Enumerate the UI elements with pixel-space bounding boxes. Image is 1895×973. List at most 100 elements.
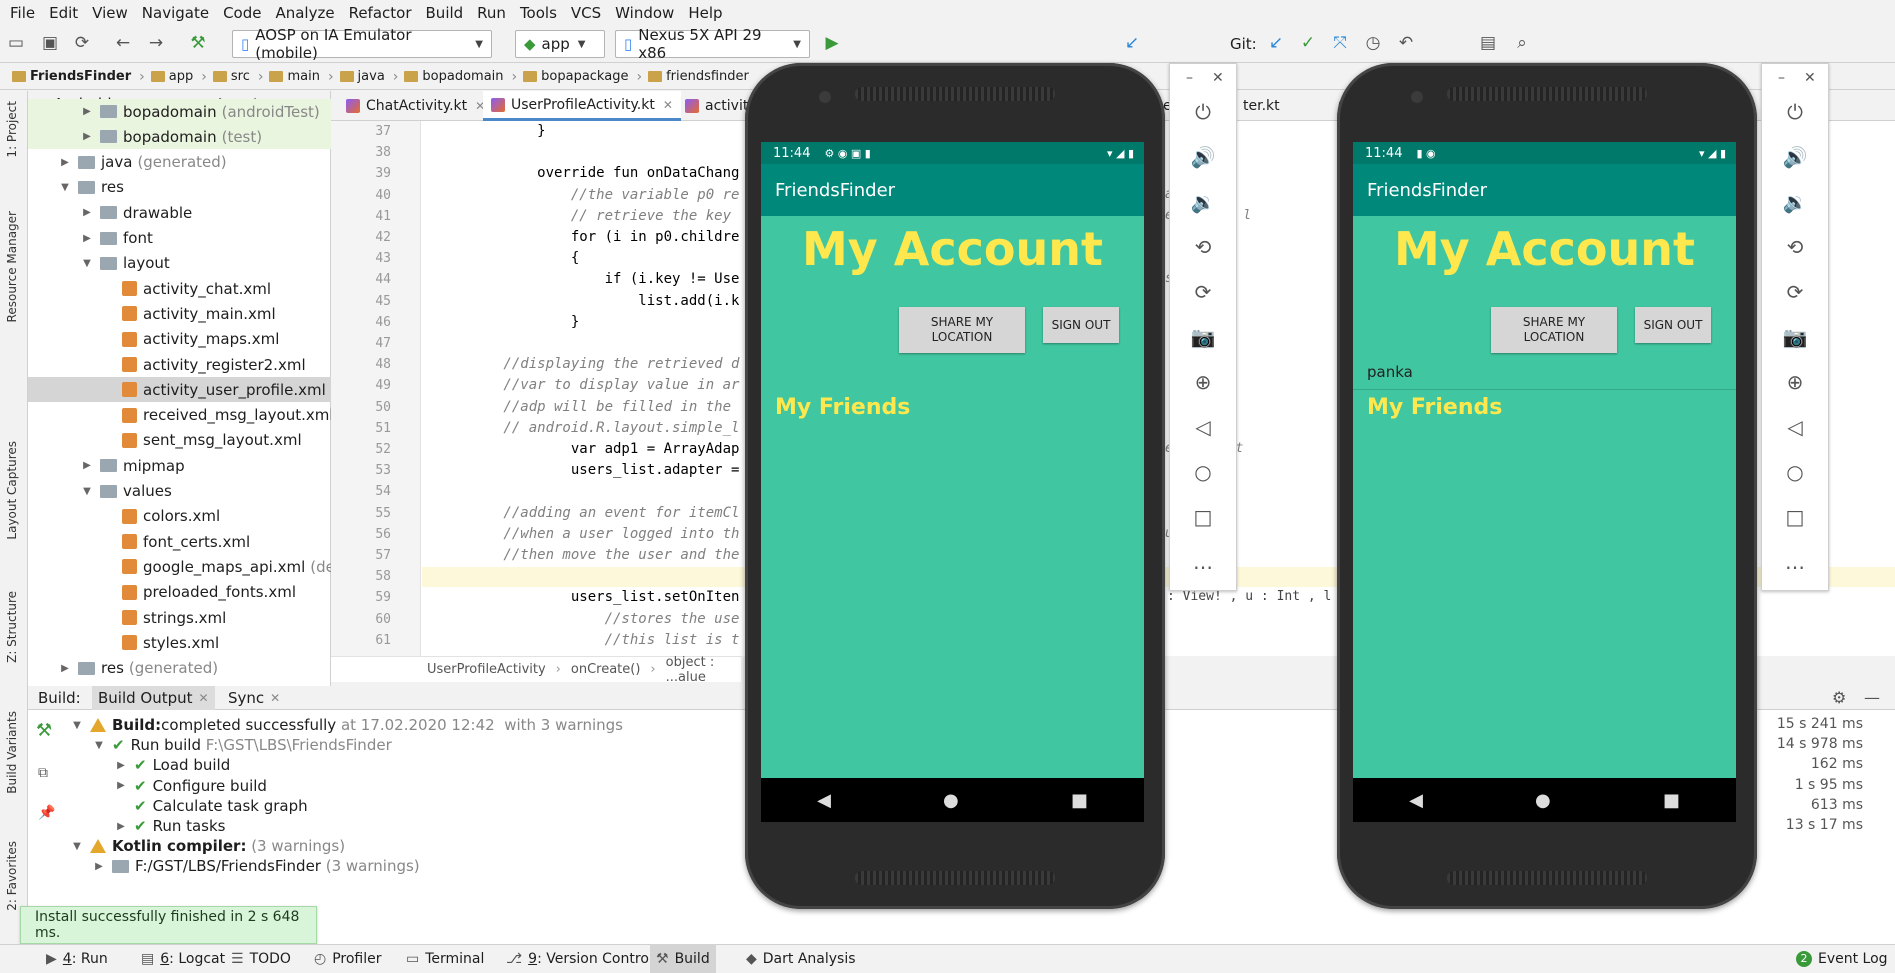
device-config-combo[interactable]: ▯ AOSP on IA Emulator (mobile) ▼ (232, 26, 492, 62)
layout-captures-tab[interactable]: Layout Captures (5, 441, 19, 540)
tree-item[interactable]: received_msg_layout.xml (102, 403, 334, 428)
power-icon[interactable]: ⏻ (1762, 100, 1828, 124)
code-line[interactable]: //var to display value in ar (436, 377, 739, 393)
tree-item[interactable]: styles.xml (102, 630, 219, 655)
code-line[interactable]: //the variable p0 re (436, 187, 740, 203)
tree-item[interactable]: google_maps_api.xml(debu (102, 554, 354, 579)
tree-item[interactable]: ▶ mipmap (80, 453, 185, 478)
tree-item[interactable]: activity_register2.xml (102, 352, 306, 377)
menu-build[interactable]: Build (420, 4, 470, 22)
open-folder-icon[interactable]: ▭ (6, 33, 26, 53)
build-tree-row[interactable]: ✔ Calculate task graph (114, 796, 308, 816)
close-window-icon[interactable]: ✕ (1212, 70, 1224, 86)
sign-out-button[interactable]: SIGN OUT (1043, 307, 1119, 343)
bottom-tool-1[interactable]: ▤ 6: Logcat (135, 944, 231, 973)
home-nav-icon[interactable]: ● (943, 790, 959, 811)
menu-code[interactable]: Code (217, 4, 267, 22)
chevron-down-icon[interactable]: ▼ (58, 182, 72, 193)
tree-item[interactable]: activity_user_profile.xml (28, 377, 331, 403)
volume-down-icon[interactable]: 🔉 (1762, 190, 1828, 214)
more-icon[interactable]: … (1762, 550, 1828, 574)
close-icon[interactable]: ✕ (199, 691, 209, 705)
tab-right-1[interactable]: ter.kt (1235, 91, 1288, 121)
chevron-right-icon[interactable]: ▶ (58, 663, 72, 674)
build-tree-row[interactable]: ▶ ✔ Load build (114, 755, 230, 775)
install-toast[interactable]: Install successfully finished in 2 s 648… (20, 906, 317, 944)
menu-refactor[interactable]: Refactor (343, 4, 418, 22)
friend-list-item[interactable]: panka (1367, 363, 1413, 381)
favorites-tab[interactable]: 2: Favorites (5, 841, 19, 911)
tree-item[interactable]: ▼ values (80, 479, 172, 504)
hammer-icon[interactable]: ⚒ (36, 720, 52, 741)
close-icon[interactable]: ✕ (270, 691, 280, 705)
tree-item[interactable]: activity_main.xml (102, 301, 276, 326)
menu-tools[interactable]: Tools (514, 4, 563, 22)
phone-1-screen[interactable]: 11:44 ⚙ ◉ ▣ ▮ ▾ ◢ ▮ FriendsFinder My Acc… (761, 142, 1144, 822)
structure-tab[interactable]: Z: Structure (5, 591, 19, 663)
back-arrow-icon[interactable]: ← (113, 33, 133, 53)
bottom-tool-0[interactable]: ▶ 4: Run (40, 944, 114, 973)
menu-vcs[interactable]: VCS (565, 4, 607, 22)
code-line[interactable]: var adp1 = ArrayAdap (436, 441, 740, 457)
build-tree-row[interactable]: ▶ ✔ Configure build (114, 776, 267, 796)
bottom-tool-4[interactable]: ▭ Terminal (400, 944, 490, 973)
bottom-tool-7[interactable]: ◆ Dart Analysis (740, 944, 862, 973)
tree-item[interactable]: ▼ res (58, 175, 124, 200)
build-tree-row[interactable]: ▼ Kotlin compiler: (3 warnings) (70, 836, 345, 856)
camera-icon[interactable]: 📷 (1170, 325, 1236, 349)
zoom-icon[interactable]: ⊕ (1170, 370, 1236, 394)
tree-item[interactable]: activity_chat.xml (102, 276, 271, 301)
tab-1[interactable]: UserProfileActivity.kt ✕ (483, 91, 681, 121)
chevron-down-icon[interactable]: ▼ (70, 841, 84, 852)
share-location-button[interactable]: SHARE MY LOCATION (1491, 307, 1617, 353)
code-line[interactable]: // android.R.layout.simple_l (436, 420, 739, 436)
tree-item[interactable]: preloaded_fonts.xml (102, 580, 296, 605)
menu-navigate[interactable]: Navigate (136, 4, 215, 22)
menu-view[interactable]: View (86, 4, 134, 22)
breadcrumb-item[interactable]: src (212, 69, 250, 84)
menu-help[interactable]: Help (682, 4, 728, 22)
code-line[interactable]: } (436, 123, 545, 139)
git-merge-icon[interactable]: ⤧ (1330, 33, 1350, 53)
tree-item[interactable]: ▶ bopadomain (test) (28, 124, 331, 150)
pin-icon[interactable]: 📌 (38, 805, 55, 821)
code-line[interactable]: //adp will be filled in the (436, 399, 731, 415)
tree-item[interactable]: ▶ font (80, 226, 153, 251)
menu-analyze[interactable]: Analyze (269, 4, 340, 22)
volume-down-icon[interactable]: 🔉 (1170, 190, 1236, 214)
share-location-button[interactable]: SHARE MY LOCATION (899, 307, 1025, 353)
project-tool-tab[interactable]: 1: Project (5, 101, 19, 158)
bottom-tool-3[interactable]: ◴ Profiler (308, 944, 388, 973)
breadcrumb-item[interactable]: bopapackage (523, 69, 628, 84)
run-config-combo[interactable]: ◆ app ▼ (515, 30, 605, 58)
run-icon[interactable]: ▶ (822, 33, 842, 53)
tree-item[interactable]: colors.xml (102, 504, 220, 529)
avd-combo[interactable]: ▯ Nexus 5X API 29 x86 ▼ (615, 26, 810, 62)
code-breadcrumb-item[interactable]: object : ...alue (666, 655, 741, 685)
breadcrumb-item[interactable]: bopadomain (404, 69, 504, 84)
tree-item[interactable]: ▶ drawable (80, 200, 192, 225)
volume-up-icon[interactable]: 🔊 (1762, 145, 1828, 169)
bottom-tool-2[interactable]: ☰ TODO (225, 944, 297, 973)
resource-manager-tab[interactable]: Resource Manager (5, 211, 19, 322)
tab-0[interactable]: ChatActivity.kt ✕ (338, 91, 493, 121)
build-tree-row[interactable]: ▼ ✔ Run build F:\GST\LBS\FriendsFinder (92, 735, 392, 755)
tab-build-output[interactable]: Build Output ✕ (92, 686, 215, 710)
recents-nav-icon[interactable]: ■ (1071, 790, 1088, 811)
build-tree-row[interactable]: ▶ ✔ Run tasks (114, 816, 225, 836)
home-icon[interactable]: ○ (1762, 460, 1828, 484)
chevron-right-icon[interactable]: ▶ (92, 861, 106, 872)
code-breadcrumb-item[interactable]: onCreate() (571, 662, 641, 677)
home-nav-icon[interactable]: ● (1535, 790, 1551, 811)
revert-icon[interactable]: ↶ (1396, 33, 1416, 53)
back-nav-icon[interactable]: ◀ (817, 790, 831, 811)
volume-up-icon[interactable]: 🔊 (1170, 145, 1236, 169)
breadcrumb-item[interactable]: friendsfinder (648, 69, 749, 84)
gear-icon[interactable]: ⚙ (1832, 688, 1846, 707)
tree-item[interactable]: sent_msg_layout.xml (102, 428, 302, 453)
code-line[interactable]: // retrieve the key (436, 208, 731, 224)
git-pull-icon[interactable]: ↙ (1266, 33, 1286, 53)
chevron-right-icon[interactable]: ▶ (80, 460, 94, 471)
breadcrumb-item[interactable]: main (269, 69, 320, 84)
recents-nav-icon[interactable]: ■ (1663, 790, 1680, 811)
